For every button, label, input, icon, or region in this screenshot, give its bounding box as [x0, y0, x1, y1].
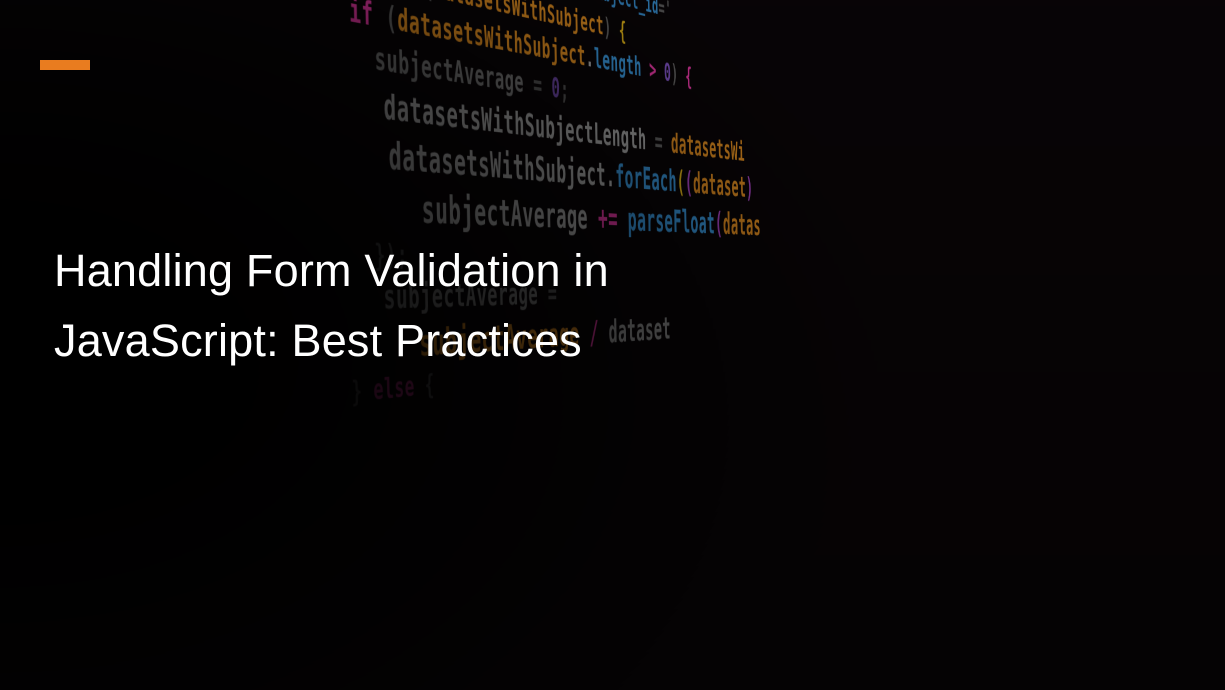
slide: })( 'SELECT * FROM marks WHERE subject_i…: [0, 0, 1225, 690]
accent-bar: [40, 60, 90, 70]
page-title: Handling Form Validation in JavaScript: …: [54, 236, 694, 376]
